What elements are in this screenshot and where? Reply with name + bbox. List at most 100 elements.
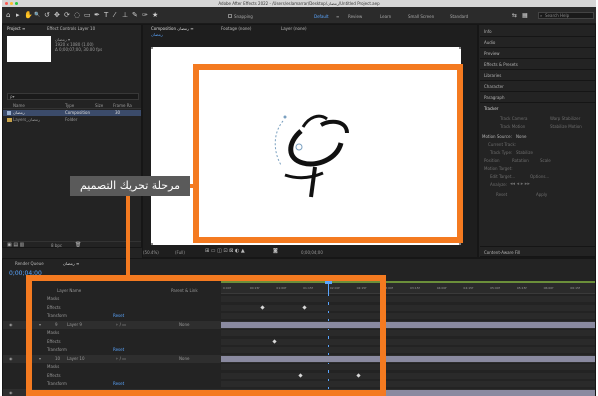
orbit-tool-icon[interactable]: ↺ <box>44 11 50 19</box>
zoom-window-button[interactable] <box>15 2 18 5</box>
tab-layer[interactable]: Layer (none) <box>281 26 307 31</box>
viewer-timecode[interactable]: 0;00;04;00 <box>301 250 323 255</box>
grid-icon[interactable]: ⊞ ▭ ◫ ⊡ ⊠ ◐ ▲ <box>205 249 245 254</box>
zoom-dropdown[interactable]: (50.4%) <box>143 250 159 255</box>
timeline-property-row[interactable]: Effects <box>3 338 595 347</box>
project-search-input[interactable]: ρ▾ <box>7 93 139 100</box>
timeline-property-row[interactable]: Masks <box>3 363 595 372</box>
workspace-standard[interactable]: Standard <box>450 14 468 19</box>
tab-effect-controls[interactable]: Effect Controls Layer 10 <box>47 26 95 31</box>
parent-dropdown[interactable]: None <box>179 356 189 361</box>
scale-checkbox[interactable]: Scale <box>540 158 551 163</box>
track-motion-button[interactable]: Track Motion <box>500 124 525 129</box>
panel-tracker[interactable]: Tracker <box>480 103 596 114</box>
type-tool-icon[interactable]: T <box>104 11 108 19</box>
brush-tool-icon[interactable]: ⁄ <box>114 11 115 19</box>
new-folder-icon[interactable]: ▣ ▤ ▥ <box>7 243 24 248</box>
tab-composition[interactable]: Composition رمضان ≡ <box>151 26 194 31</box>
visibility-icon[interactable]: ◉ <box>9 356 13 361</box>
apply-button[interactable]: Apply <box>536 192 547 197</box>
selection-tool-icon[interactable]: ▸ <box>16 11 20 19</box>
timeline-property-row[interactable]: Transform Reset <box>3 312 595 321</box>
switches-icon[interactable]: ⚬ / ▭ <box>115 356 126 361</box>
workspace-learn[interactable]: Learn <box>380 14 391 19</box>
rotation-checkbox[interactable]: Rotation <box>512 158 529 163</box>
workspace-menu-icon[interactable]: ≡ <box>336 14 339 19</box>
col-size[interactable]: Size <box>95 103 103 108</box>
timeline-property-row[interactable]: Effects <box>3 304 595 313</box>
work-area-bar[interactable] <box>221 281 595 283</box>
col-layer-name[interactable]: Layer Name <box>57 288 81 293</box>
tab-timeline-comp[interactable]: رمضان ≡ <box>63 261 79 266</box>
camera-icon[interactable]: ◙ <box>273 249 278 254</box>
panel-audio[interactable]: Audio <box>480 37 596 48</box>
panel-libraries[interactable]: Libraries <box>480 70 596 81</box>
panel-content-aware-fill[interactable]: Content-Aware Fill <box>480 246 596 257</box>
stabilize-motion-button[interactable]: Stabilize Motion <box>550 124 582 129</box>
workspace-small-screen[interactable]: Small Screen <box>408 14 434 19</box>
position-checkbox[interactable]: Position <box>484 158 500 163</box>
switches-icon[interactable]: ⚬ / ▭ <box>115 322 126 327</box>
search-help-input[interactable]: ⌕ Search Help <box>538 12 594 19</box>
clone-tool-icon[interactable]: ⊥ <box>122 11 128 19</box>
panel-preview[interactable]: Preview <box>480 48 596 59</box>
options-button[interactable]: Options... <box>530 174 549 179</box>
zoom-tool-icon[interactable]: 🔍 <box>34 11 40 19</box>
layer-duration-bar[interactable] <box>221 355 595 362</box>
anchor-tool-icon[interactable]: ◌ <box>74 11 80 19</box>
col-type[interactable]: Type <box>65 103 74 108</box>
timeline-property-row[interactable]: Transform Reset <box>3 346 595 355</box>
sync-icon[interactable]: ⇆ <box>512 12 517 20</box>
twirl-down-icon[interactable]: ▾ <box>39 322 41 327</box>
workspace-review[interactable]: Review <box>348 14 362 19</box>
rectangle-tool-icon[interactable]: ▭ <box>84 11 91 19</box>
time-ruler[interactable]: 0:00f 00:15f 01:00f 01:15f 02:00f 02:15f 03:00… <box>221 281 595 294</box>
close-window-button[interactable] <box>5 2 8 5</box>
track-type-select[interactable]: Stabilize <box>516 150 533 155</box>
col-parent-link[interactable]: Parent & Link <box>171 288 198 293</box>
handle-top-left[interactable] <box>151 47 153 49</box>
reset-link[interactable]: Reset <box>113 313 124 318</box>
twirl-down-icon[interactable]: ▾ <box>39 356 41 361</box>
panel-character[interactable]: Character <box>480 81 596 92</box>
project-item-folder[interactable]: Layers_رمضان Folder <box>3 117 141 123</box>
timeline-layer-row[interactable]: Layer 9 ▾ 9 ◉ None ⚬ / ▭ <box>3 320 595 329</box>
snapping-checkbox[interactable] <box>228 14 232 18</box>
trash-icon[interactable]: 🗑 <box>75 243 81 248</box>
home-icon[interactable]: ⌂ <box>6 11 10 19</box>
timeline-layer-row[interactable]: Layer 10 ▾ 10 ◉ None ⚬ / ▭ <box>3 354 595 363</box>
col-frame-rate[interactable]: Frame Ra <box>113 103 132 108</box>
timeline-property-row[interactable]: Masks <box>3 329 595 338</box>
handle-bottom-right[interactable] <box>459 243 461 245</box>
timeline-property-row[interactable]: Transform Reset <box>3 380 595 389</box>
panel-effects-presets[interactable]: Effects & Presets <box>480 59 596 70</box>
handle-top-right[interactable] <box>459 47 461 49</box>
motion-source-select[interactable]: None <box>516 134 526 139</box>
project-item-comp[interactable]: رمضان Composition 30 <box>3 110 141 116</box>
analyze-controls-icon[interactable]: ◂◂ ◂ ▸ ▸▸ <box>510 182 530 187</box>
edit-target-button[interactable]: Edit Target... <box>490 174 515 179</box>
minimize-window-button[interactable] <box>10 2 13 5</box>
reset-button[interactable]: Reset <box>496 192 507 197</box>
visibility-icon[interactable]: ◉ <box>9 390 13 395</box>
hand-tool-icon[interactable]: ✋ <box>24 11 33 19</box>
panel-paragraph[interactable]: Paragraph <box>480 92 596 103</box>
panels-icon[interactable]: ▦ <box>522 12 528 20</box>
rotate-tool-icon[interactable]: ⟳ <box>64 11 70 19</box>
timeline-property-row[interactable]: Effects <box>3 372 595 381</box>
tab-render-queue[interactable]: Render Queue <box>15 261 44 266</box>
roto-tool-icon[interactable]: ✑ <box>142 11 148 19</box>
handle-bottom-left[interactable] <box>151 243 153 245</box>
tab-project[interactable]: Project ≡ <box>7 26 25 31</box>
visibility-icon[interactable]: ◉ <box>9 322 13 327</box>
bit-depth[interactable]: 8 bpc <box>51 243 62 248</box>
warp-stabilizer-button[interactable]: Warp Stabilizer <box>550 116 580 121</box>
tab-footage[interactable]: Footage (none) <box>221 26 251 31</box>
puppet-tool-icon[interactable]: ★ <box>152 11 158 19</box>
panel-info[interactable]: Info <box>480 26 596 37</box>
workspace-default[interactable]: Default <box>314 14 329 19</box>
timeline-property-row[interactable]: Masks <box>3 295 595 304</box>
comp-breadcrumb[interactable]: رمضان <box>151 32 163 37</box>
layer-duration-bar[interactable] <box>221 321 595 328</box>
parent-dropdown[interactable]: None <box>179 322 189 327</box>
